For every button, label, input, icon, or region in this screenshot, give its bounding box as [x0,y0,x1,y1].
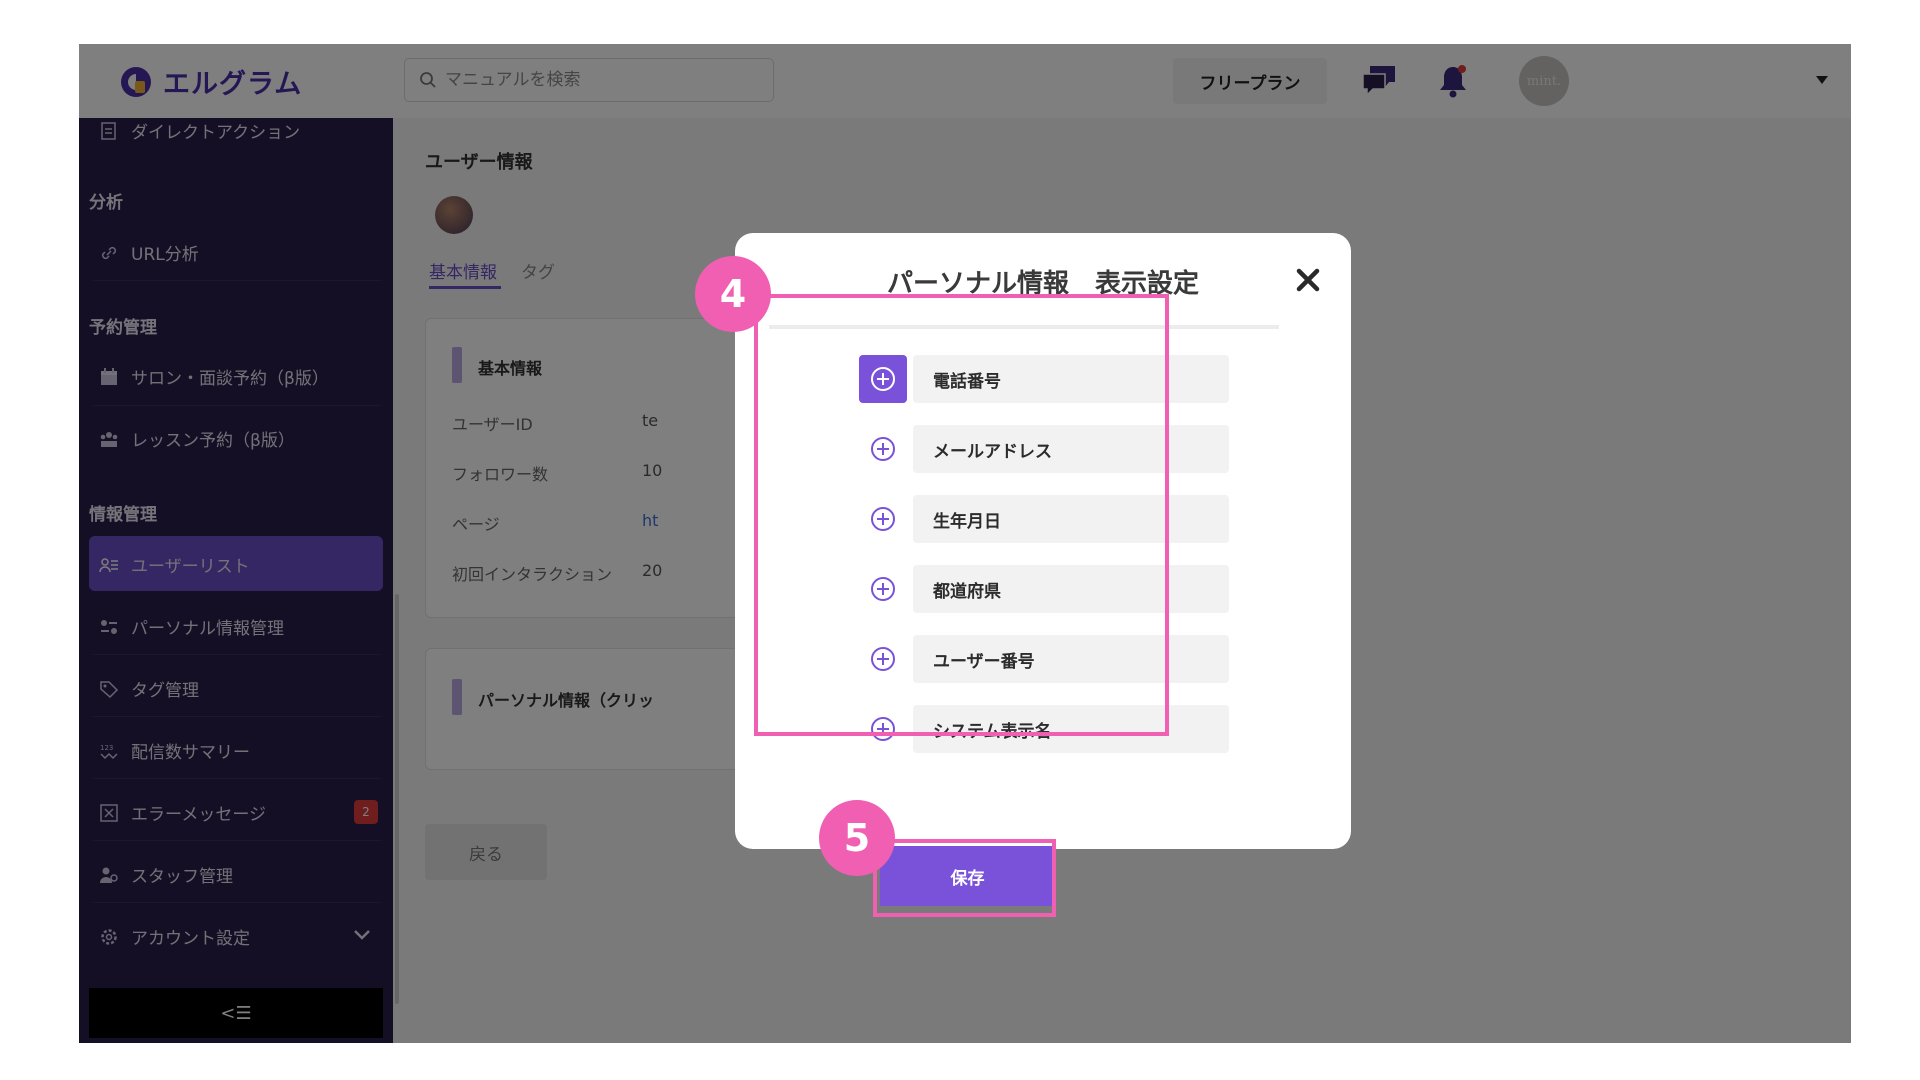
close-icon[interactable] [1295,267,1321,293]
app-window: エルグラム フリープラン mint. ダイレクトアクション [79,44,1851,1043]
annotation-highlight-box [754,294,1169,736]
annotation-step-badge: 5 [819,800,895,876]
annotation-step-badge: 4 [695,256,771,332]
annotation-highlight-box [873,839,1056,917]
